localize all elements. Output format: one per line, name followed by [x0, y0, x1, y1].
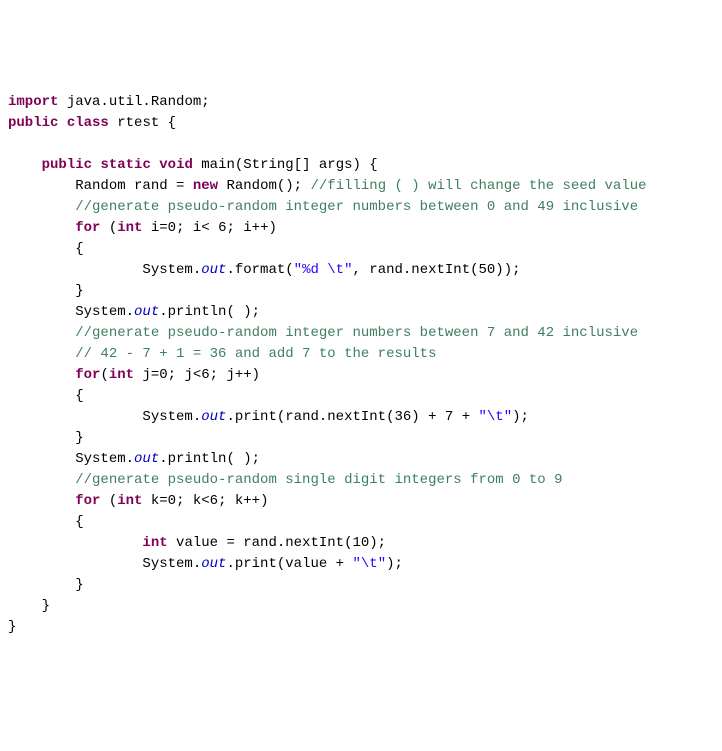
keyword-int: int [117, 220, 142, 236]
text: .print(rand.nextInt(36) + 7 + [226, 409, 478, 425]
class-name: rtest { [109, 115, 176, 131]
comment: //generate pseudo-random integer numbers… [75, 199, 638, 215]
comment: //generate pseudo-random single digit in… [75, 472, 562, 488]
keyword-int: int [142, 535, 167, 551]
keyword-int: int [109, 367, 134, 383]
text: System. [75, 451, 134, 467]
brace: { [75, 241, 83, 257]
static-field-out: out [201, 262, 226, 278]
keyword-int: int [117, 493, 142, 509]
text: ( [100, 220, 117, 236]
text: .print(value + [226, 556, 352, 572]
static-field-out: out [201, 556, 226, 572]
keyword-for: for [75, 220, 100, 236]
method-sig: main(String[] args) { [193, 157, 378, 173]
text: System. [142, 409, 201, 425]
static-field-out: out [134, 451, 159, 467]
brace: } [8, 619, 16, 635]
brace: } [75, 430, 83, 446]
text: , rand.nextInt(50)); [352, 262, 520, 278]
keyword-void: void [159, 157, 193, 173]
text: System. [142, 556, 201, 572]
keyword-public: public [8, 115, 58, 131]
keyword-import: import [8, 94, 58, 110]
text: i=0; i< 6; i++) [142, 220, 276, 236]
keyword-public: public [42, 157, 92, 173]
text: ); [386, 556, 403, 572]
text: ); [512, 409, 529, 425]
code-block: import java.util.Random; public class rt… [8, 92, 714, 638]
keyword-for: for [75, 367, 100, 383]
keyword-new: new [193, 178, 218, 194]
text: Random(); [218, 178, 310, 194]
brace: } [75, 577, 83, 593]
text: System. [142, 262, 201, 278]
text: ( [100, 493, 117, 509]
text: k=0; k<6; k++) [142, 493, 268, 509]
brace: } [42, 598, 50, 614]
text: java.util.Random; [58, 94, 209, 110]
text: j=0; j<6; j++) [134, 367, 260, 383]
comment: //filling ( ) will change the seed value [310, 178, 646, 194]
static-field-out: out [134, 304, 159, 320]
text: .println( ); [159, 451, 260, 467]
brace: } [75, 283, 83, 299]
keyword-for: for [75, 493, 100, 509]
comment: //generate pseudo-random integer numbers… [75, 325, 638, 341]
brace: { [75, 514, 83, 530]
string-literal: "%d \t" [294, 262, 353, 278]
keyword-class: class [67, 115, 109, 131]
text: value = rand.nextInt(10); [168, 535, 386, 551]
keyword-static: static [100, 157, 150, 173]
text: Random rand = [75, 178, 193, 194]
brace: { [75, 388, 83, 404]
text: .println( ); [159, 304, 260, 320]
static-field-out: out [201, 409, 226, 425]
text: System. [75, 304, 134, 320]
text: .format( [226, 262, 293, 278]
string-literal: "\t" [479, 409, 513, 425]
comment: // 42 - 7 + 1 = 36 and add 7 to the resu… [75, 346, 436, 362]
text: ( [100, 367, 108, 383]
string-literal: "\t" [352, 556, 386, 572]
